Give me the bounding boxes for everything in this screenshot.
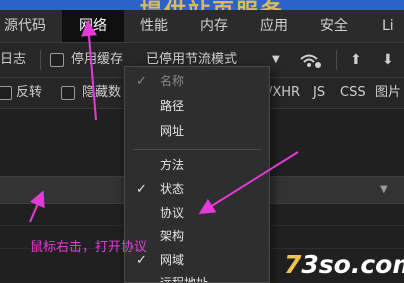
menu-item-name: ✓ 名称 <box>125 69 269 94</box>
toolbar-divider <box>336 50 337 70</box>
filter-xhr[interactable]: /XHR <box>268 78 300 108</box>
menu-item-url[interactable]: 网址 <box>125 119 269 144</box>
tab-memory[interactable]: 内存 <box>200 10 240 42</box>
sort-arrow-icon: ▼ <box>380 184 388 195</box>
toolbar-divider <box>40 50 41 70</box>
annotation-text: 鼠标右击，打开协议 <box>30 240 148 255</box>
import-har-icon[interactable]: ⬆ <box>350 43 362 77</box>
hide-data-urls-label: 隐藏数 <box>82 85 122 100</box>
export-har-icon[interactable]: ⬇ <box>382 43 394 77</box>
tab-network[interactable]: 网络 <box>62 10 124 42</box>
menu-item-protocol[interactable]: 协议 <box>125 201 269 226</box>
menu-item-remote-address[interactable]: 远程地址 <box>125 271 269 282</box>
throttling-dropdown-icon[interactable]: ▼ <box>272 43 280 77</box>
preserve-log-label: 日志 <box>0 52 27 67</box>
invert-checkbox[interactable] <box>0 86 12 100</box>
watermark-logo: 73so.com <box>284 250 404 279</box>
check-icon: ✓ <box>136 74 147 89</box>
network-conditions-icon[interactable] <box>298 51 322 69</box>
tab-application[interactable]: 应用 <box>260 10 300 42</box>
tab-lighthouse[interactable]: Li <box>382 10 404 42</box>
disable-cache-label: 停用缓存 <box>71 52 124 67</box>
hide-data-urls-checkbox[interactable] <box>61 86 75 100</box>
filter-js[interactable]: JS <box>313 78 325 108</box>
tab-performance[interactable]: 性能 <box>140 10 180 42</box>
filter-img[interactable]: 图片 <box>375 78 401 108</box>
disable-cache-checkbox[interactable] <box>50 53 64 67</box>
devtools-tab-bar: 源代码 网络 性能 内存 应用 安全 Li <box>0 10 404 43</box>
menu-item-path[interactable]: 路径 <box>125 94 269 119</box>
invert-label: 反转 <box>16 85 43 100</box>
menu-item-status[interactable]: ✓ 状态 <box>125 177 269 202</box>
menu-item-method[interactable]: 方法 <box>125 153 269 178</box>
tab-security[interactable]: 安全 <box>320 10 360 42</box>
check-icon: ✓ <box>136 182 147 197</box>
menu-separator <box>133 149 261 150</box>
tab-sources[interactable]: 源代码 <box>4 10 54 42</box>
filter-css[interactable]: CSS <box>340 78 366 108</box>
